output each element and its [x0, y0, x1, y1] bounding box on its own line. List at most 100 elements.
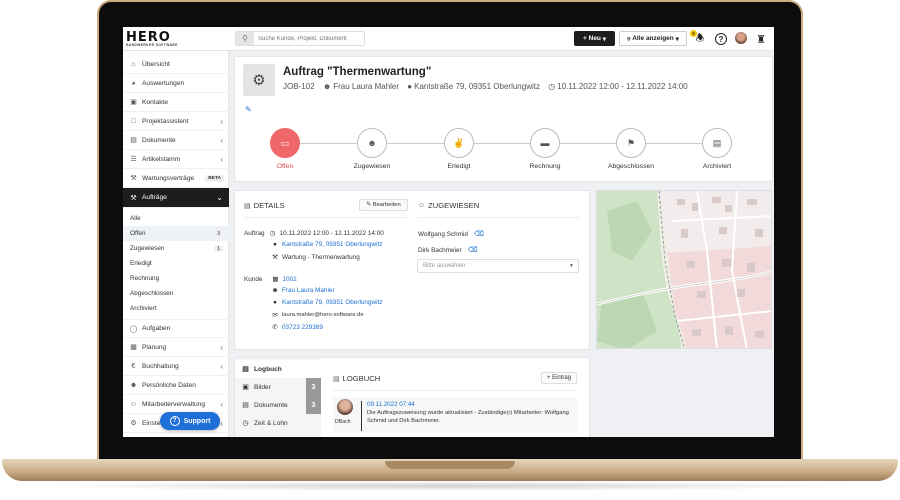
count-badge: 1: [214, 245, 223, 252]
trash-icon[interactable]: ⌫: [474, 230, 484, 238]
logbook-heading-text: LOGBUCH: [342, 374, 381, 383]
sidebar-subitem-closed[interactable]: Abgeschlossen: [123, 286, 229, 301]
auftrag-address[interactable]: Kantstraße 79, 09351 Oberlungwitz: [282, 241, 383, 248]
job-address[interactable]: Kantstraße 79, 09351 Oberlungwitz: [414, 82, 540, 91]
sidebar-item-label: Persönliche Daten: [142, 381, 196, 389]
sidebar-subitem-invoice[interactable]: Rechnung: [123, 271, 229, 286]
show-all-filter[interactable]: ▿ Alle anzeigen ▾: [619, 31, 687, 46]
add-entry-button[interactable]: + Eintrag: [541, 372, 577, 384]
select-placeholder: Bitte auswählen: [423, 263, 466, 269]
detail-kunde-email[interactable]: ✉ laura.mahler@hero-software.de: [270, 311, 364, 319]
sidebar-item-tasks[interactable]: ◯ Aufgaben: [123, 319, 229, 338]
sidebar-item-planning[interactable]: ▦ Planung ‹: [123, 338, 229, 357]
clock-icon: ◷: [242, 420, 249, 427]
assign-employee-select[interactable]: Bitte auswählen ▼: [417, 259, 579, 273]
subitem-label: Erledigt: [130, 260, 152, 267]
top-bar: HERO HANDWERKER SOFTWARE ⚲ + Neu ▾ ▿ All…: [123, 27, 774, 51]
edit-details-button[interactable]: ✎ Bearbeiten: [359, 199, 408, 211]
sidebar-item-contacts[interactable]: ▣ Kontakte: [123, 93, 229, 112]
sidebar-subitem-all[interactable]: Alle: [123, 211, 229, 226]
divider: [418, 217, 580, 218]
assigned-person-name: Dirk Bachmeier: [418, 246, 462, 254]
detail-kunde-address[interactable]: ● Kantstraße 79, 09351 Oberlungwitz: [270, 299, 383, 306]
step-archived[interactable]: ▤ Archiviert: [687, 128, 747, 170]
step-closed[interactable]: ⚑ Abgeschlossen: [601, 128, 661, 170]
sidebar-item-label: Aufgaben: [142, 325, 171, 332]
show-all-label: Alle anzeigen: [632, 35, 674, 42]
calendar-icon: ▦: [130, 344, 137, 351]
new-button[interactable]: + Neu ▾: [574, 31, 615, 46]
team-icon: ☺: [129, 400, 138, 408]
company-icon[interactable]: ♜: [754, 32, 768, 46]
inbox-icon: ▭: [270, 128, 300, 158]
user-avatar[interactable]: [735, 32, 747, 44]
kunde-number[interactable]: 1002: [282, 276, 296, 283]
sidebar-subitem-done[interactable]: Erledigt: [123, 256, 229, 271]
book-icon: ▤: [333, 375, 340, 383]
pie-chart-icon: ◕: [131, 79, 136, 87]
detail-kunde-number: Kunde ▦ 1002: [244, 275, 297, 284]
assigned-heading-text: ZUGEWIESEN: [428, 201, 480, 210]
detail-auftrag-address[interactable]: ● Kantstraße 79, 09351 Oberlungwitz: [270, 241, 383, 248]
location-map[interactable]: [596, 190, 772, 349]
sidebar-subitem-open[interactable]: Offen 3: [123, 226, 229, 241]
detail-kunde-phone[interactable]: ✆ 03723 229389: [270, 323, 323, 332]
tab-images[interactable]: ▣ Bilder 3: [235, 378, 321, 396]
sidebar-subitem-assigned[interactable]: Zugewiesen 1: [123, 241, 229, 256]
sidebar-subitem-archived[interactable]: Archiviert: [123, 301, 229, 316]
logbook-heading: ▤ LOGBUCH: [333, 374, 380, 383]
tab-logbook[interactable]: ▤ Logbuch: [235, 360, 321, 378]
help-icon[interactable]: ?: [715, 33, 727, 45]
gears-icon: ⚙: [243, 64, 275, 96]
search-box[interactable]: ⚲: [235, 31, 365, 46]
trash-icon[interactable]: ⌫: [468, 246, 478, 254]
chevron-left-icon: ‹: [220, 135, 223, 145]
kunde-email[interactable]: laura.mahler@hero-software.de: [282, 312, 364, 318]
clock-icon: ◷: [548, 82, 556, 91]
step-open[interactable]: ▭ Offen: [255, 128, 315, 170]
sidebar-item-label: Buchhaltung: [142, 362, 179, 370]
details-card: ▤ DETAILS ✎ Bearbeiten Auftrag ◷ 10.11.2…: [234, 190, 590, 350]
flag-icon: ⚑: [616, 128, 646, 158]
sidebar-item-label: Übersicht: [142, 60, 170, 68]
chevron-down-icon: ▾: [673, 35, 679, 43]
sidebar-item-maintenance-contracts[interactable]: ⚒ Wartungsverträge BETA: [123, 169, 229, 188]
count-badge: 3: [214, 230, 223, 237]
archive-icon: ▤: [702, 128, 732, 158]
subitem-label: Rechnung: [130, 275, 160, 282]
support-button[interactable]: ? Support: [160, 412, 220, 430]
sidebar-item-orders[interactable]: ⚒ Aufträge ⌄: [123, 188, 229, 208]
sidebar-item-accounting[interactable]: € Buchhaltung ‹: [123, 357, 229, 376]
chevron-left-icon: ‹: [220, 399, 223, 409]
chevron-left-icon: ‹: [220, 361, 223, 371]
detail-kunde-name[interactable]: ☻ Frau Laura Mahler: [270, 287, 335, 294]
tab-documents[interactable]: ▤ Dokumente 3: [235, 396, 321, 414]
sidebar-item-project-assistant[interactable]: □ Projektassistent ‹: [123, 112, 229, 131]
search-input[interactable]: [258, 33, 362, 44]
entry-date[interactable]: 09.11.2022 07:44: [367, 401, 415, 408]
job-customer[interactable]: Frau Laura Mahler: [333, 82, 399, 91]
step-invoice[interactable]: ▬ Rechnung: [515, 128, 575, 170]
sidebar-item-reports[interactable]: ◕ Auswertungen: [123, 74, 229, 93]
count-badge: 3: [306, 396, 321, 414]
step-done[interactable]: ✌ Erledigt: [429, 128, 489, 170]
home-icon: ⌂: [131, 60, 136, 68]
search-icon[interactable]: ⚲: [236, 32, 254, 45]
tab-label: Dokumente: [254, 401, 288, 409]
edit-pencil-icon[interactable]: ✎: [245, 105, 252, 114]
map-pin-icon: ●: [273, 299, 277, 306]
subitem-label: Abgeschlossen: [130, 290, 174, 297]
page-title: Auftrag "Thermenwartung": [283, 66, 432, 78]
help-icon: ?: [169, 416, 180, 426]
sidebar-item-personal-data[interactable]: ☻ Persönliche Daten: [123, 376, 229, 395]
sidebar-item-articles[interactable]: ☰ Artikelstamm ‹: [123, 150, 229, 169]
kunde-name[interactable]: Frau Laura Mahler: [282, 287, 335, 294]
step-assigned[interactable]: ☻ Zugewiesen: [342, 128, 402, 170]
sidebar-item-overview[interactable]: ⌂ Übersicht: [123, 55, 229, 74]
kunde-address[interactable]: Kantstraße 79, 09351 Oberlungwitz: [282, 299, 383, 306]
envelope-icon: ✉: [272, 312, 278, 319]
kunde-phone[interactable]: 03723 229389: [282, 324, 323, 331]
sidebar-item-documents[interactable]: ▤ Dokumente ‹: [123, 131, 229, 150]
tab-time[interactable]: ◷ Zeit & Lohn: [235, 414, 321, 432]
kunde-label: Kunde: [244, 275, 263, 283]
